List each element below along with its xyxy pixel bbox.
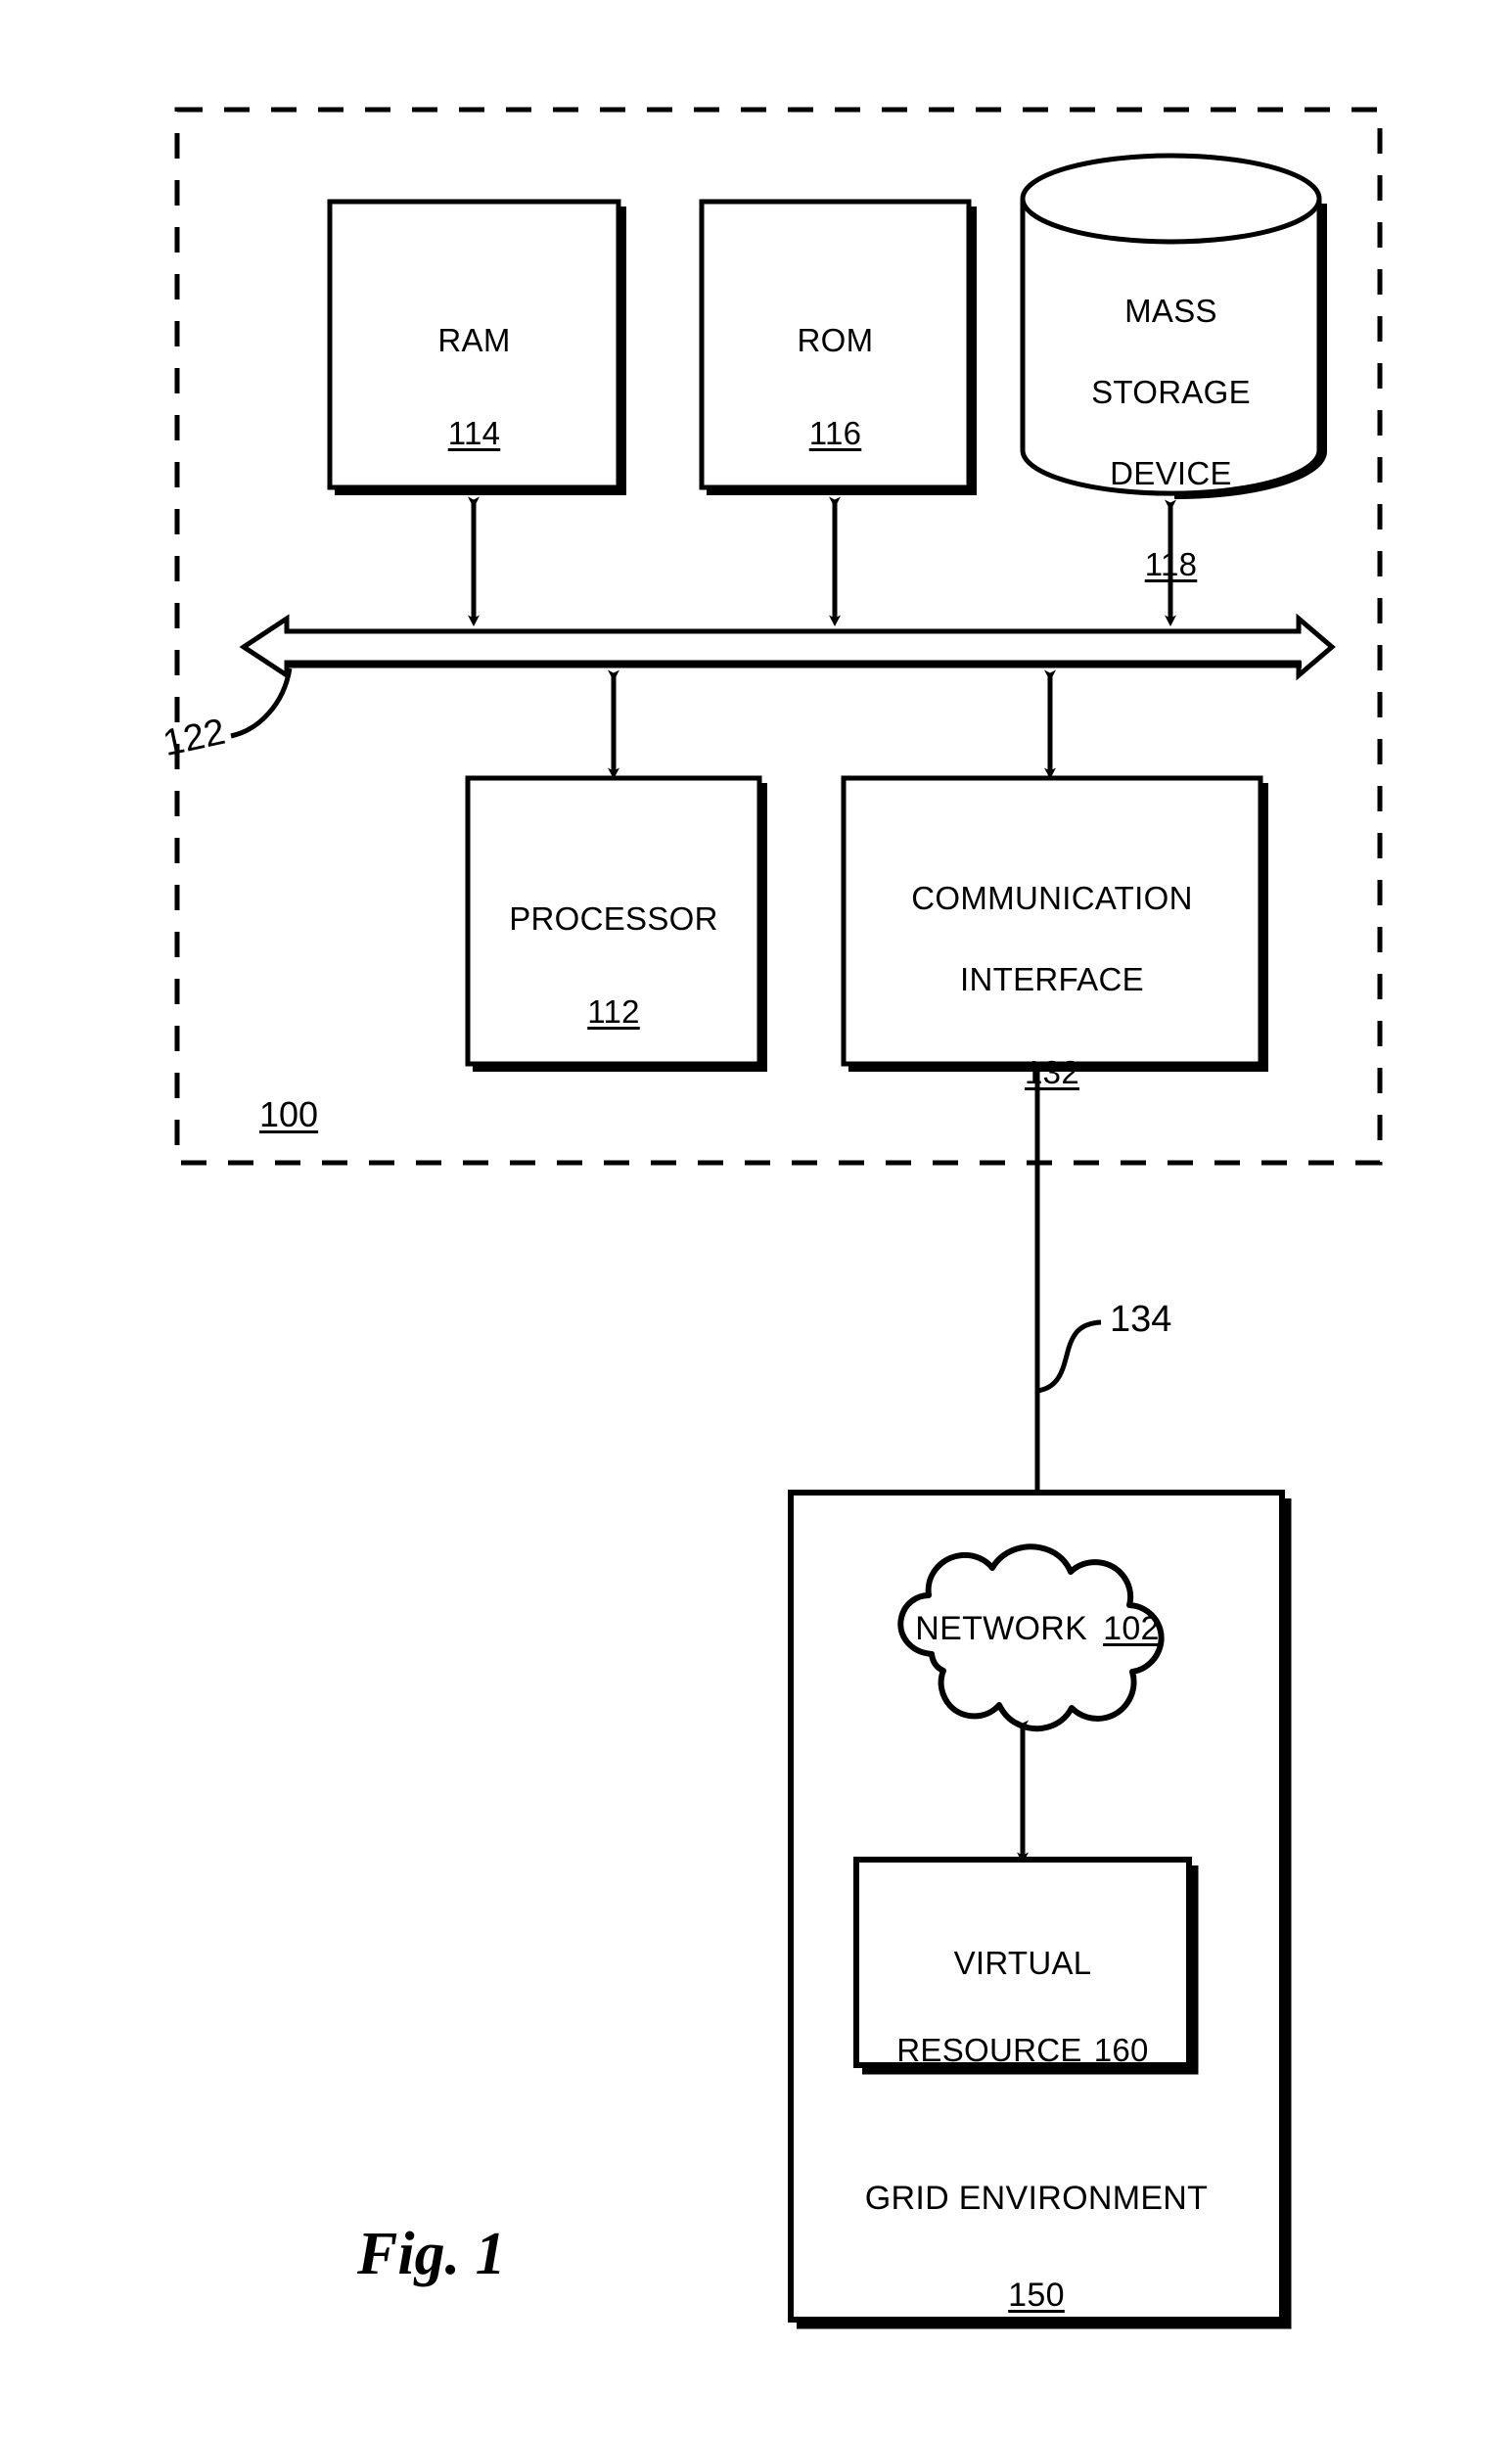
bus-leader-line (230, 668, 293, 739)
comm-interface-ref: 132 (1025, 1053, 1079, 1090)
mass-storage-line1: MASS (1124, 292, 1217, 329)
processor-title: PROCESSOR (509, 899, 718, 937)
mass-storage-label: MASS STORAGE DEVICE 118 (1023, 250, 1319, 625)
mass-storage-ref: 118 (1144, 546, 1198, 583)
figure-caption: Fig. 1 (357, 2221, 506, 2287)
system-bus (239, 613, 1336, 681)
link-ref-134: 134 (1110, 1299, 1172, 1340)
rom-ref: 116 (808, 414, 862, 451)
virtual-resource-ref: 160 (1093, 2031, 1149, 2068)
comm-interface-line1: COMMUNICATION (911, 879, 1193, 916)
rom-title: ROM (797, 321, 874, 358)
virtual-resource-label: VIRTUAL RESOURCE 160 (856, 1902, 1189, 2111)
virtual-resource-line1: VIRTUAL (953, 1944, 1092, 1981)
grid-environment-title: GRID ENVIRONMENT (864, 2179, 1209, 2217)
network-ref: 102 (1103, 1610, 1160, 1647)
processor-label: PROCESSOR 112 (468, 857, 759, 1073)
figure-canvas: RAM 114 ROM 116 MASS STORAGE DEVICE 118 … (0, 0, 1512, 2440)
communication-interface-label: COMMUNICATION INTERFACE 132 (844, 837, 1260, 1133)
rom-label: ROM 116 (702, 279, 969, 494)
ram-title: RAM (437, 321, 511, 358)
network-label: NETWORK 102 (910, 1608, 1165, 1650)
mass-storage-line2: STORAGE (1091, 373, 1251, 410)
comm-interface-line2: INTERFACE (960, 960, 1144, 997)
grid-environment-label: GRID ENVIRONMENT 150 (791, 2136, 1282, 2359)
network-title: NETWORK (915, 1610, 1088, 1647)
mass-storage-line3: DEVICE (1110, 454, 1232, 491)
system-ref-100: 100 (259, 1094, 319, 1134)
grid-environment-ref: 150 (1008, 2277, 1065, 2315)
ram-ref: 114 (447, 414, 501, 451)
virtual-resource-line2: RESOURCE (896, 2031, 1082, 2068)
processor-ref: 112 (587, 992, 640, 1030)
ram-label: RAM 114 (330, 279, 619, 494)
